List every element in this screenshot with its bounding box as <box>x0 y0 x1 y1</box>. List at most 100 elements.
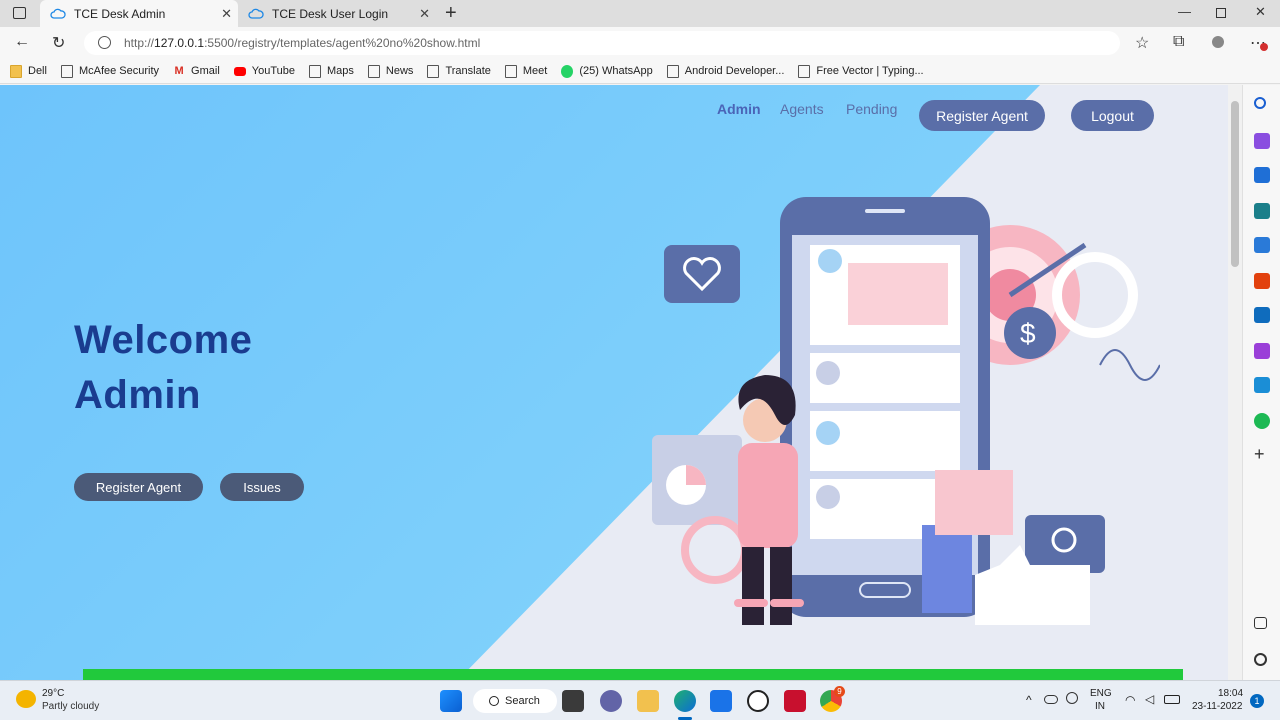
notification-dot-icon <box>1260 43 1268 51</box>
bookmark-translate[interactable]: Translate <box>427 64 491 78</box>
scroll-thumb[interactable] <box>1231 101 1239 267</box>
footer-accent-bar <box>83 669 1183 680</box>
collections-icon[interactable]: ⧉ <box>1173 33 1184 51</box>
new-tab-button[interactable]: + <box>445 2 457 25</box>
notification-count-badge[interactable]: 1 <box>1250 694 1264 708</box>
tab-tce-desk-admin[interactable]: TCE Desk Admin ✕ <box>40 0 238 27</box>
cloud-icon <box>50 8 66 19</box>
bookmark-maps[interactable]: Maps <box>309 64 354 78</box>
settings-gear-icon[interactable] <box>1254 653 1267 666</box>
battery-icon[interactable] <box>1164 695 1180 704</box>
heart-bubble-icon <box>664 245 740 303</box>
weather-desc[interactable]: Partly cloudy <box>42 701 99 712</box>
nav-pending[interactable]: Pending <box>846 101 897 117</box>
volume-icon[interactable]: ◁ <box>1145 692 1154 706</box>
bookmark-label: News <box>385 65 414 77</box>
edge-icon[interactable] <box>674 690 696 712</box>
spotify-icon[interactable] <box>1254 413 1270 429</box>
nav-register-agent-button[interactable]: Register Agent <box>919 100 1045 131</box>
toolbox-icon[interactable] <box>1254 203 1270 219</box>
copilot-icon[interactable] <box>1254 133 1270 149</box>
bookmark-news[interactable]: News <box>367 64 414 78</box>
svg-text:$: $ <box>1020 318 1036 349</box>
teams-chat-icon[interactable] <box>600 690 622 712</box>
bookmark-android-developer[interactable]: Android Developer... <box>666 64 785 78</box>
microsoft-store-icon[interactable] <box>710 690 732 712</box>
edge-sidebar: + <box>1242 85 1280 680</box>
maximize-icon[interactable] <box>1216 8 1226 18</box>
tab-tce-desk-user-login[interactable]: TCE Desk User Login ✕ <box>238 0 436 27</box>
tab-actions-icon[interactable] <box>13 7 26 19</box>
bookmark-gmail[interactable]: M Gmail <box>173 65 219 78</box>
youtube-icon <box>233 66 246 76</box>
bookmark-youtube[interactable]: YouTube <box>233 65 295 77</box>
sync-icon[interactable] <box>1066 692 1078 704</box>
back-arrow-icon[interactable]: ← <box>14 33 30 51</box>
bookmark-label: Maps <box>327 65 354 77</box>
close-tab-icon[interactable]: ✕ <box>221 6 232 22</box>
bookmark-whatsapp[interactable]: (25) WhatsApp <box>561 64 653 78</box>
dell-icon[interactable] <box>747 690 769 712</box>
weather-temp[interactable]: 29°C <box>42 688 64 699</box>
issues-button[interactable]: Issues <box>220 473 304 501</box>
nav-admin[interactable]: Admin <box>717 101 761 117</box>
bookmark-label: McAfee Security <box>78 65 160 77</box>
windows-start-icon[interactable] <box>440 690 462 712</box>
page-icon <box>309 64 322 78</box>
bookmark-label: Dell <box>28 65 47 77</box>
nav-agents[interactable]: Agents <box>780 101 824 117</box>
logout-button[interactable]: Logout <box>1071 100 1154 131</box>
welcome-line: Welcome <box>74 318 253 362</box>
file-explorer-icon[interactable] <box>637 690 659 712</box>
office-icon[interactable] <box>1254 273 1270 289</box>
address-toolbar: ← ↻ http://127.0.0.1:5500/registry/templ… <box>0 27 1280 59</box>
show-hidden-icons[interactable]: ^ <box>1026 693 1032 707</box>
clock-time[interactable]: 18:04 <box>1218 688 1243 699</box>
mcafee-icon[interactable] <box>784 690 806 712</box>
bookmark-dell[interactable]: Dell <box>10 64 47 78</box>
weather-icon[interactable] <box>16 690 36 708</box>
page-icon <box>666 64 679 78</box>
language-bottom[interactable]: IN <box>1095 701 1105 712</box>
clock-date[interactable]: 23-11-2022 <box>1192 701 1242 712</box>
close-window-icon[interactable]: ✕ <box>1255 4 1266 20</box>
close-tab-icon[interactable]: ✕ <box>419 6 430 22</box>
register-agent-button[interactable]: Register Agent <box>74 473 203 501</box>
add-icon[interactable]: + <box>1254 445 1270 463</box>
onedrive-icon[interactable] <box>1044 695 1058 704</box>
bookmark-label: Translate <box>445 65 491 77</box>
minimize-icon[interactable]: — <box>1178 4 1191 19</box>
globe-icon <box>98 36 111 49</box>
user-card-icon <box>1025 515 1105 573</box>
page-scrollbar[interactable] <box>1228 85 1242 680</box>
page-icon <box>798 64 811 78</box>
bookmark-meet[interactable]: Meet <box>504 64 548 78</box>
search-icon[interactable] <box>1254 97 1266 109</box>
people-icon[interactable] <box>1254 237 1270 253</box>
tab-title: TCE Desk Admin <box>74 6 166 21</box>
language-top[interactable]: ENG <box>1090 688 1112 699</box>
taskbar-search-button[interactable]: Search <box>473 689 557 713</box>
tag-icon[interactable] <box>1254 167 1270 183</box>
refresh-icon[interactable]: ↻ <box>52 33 65 53</box>
windows-taskbar: 29°C Partly cloudy Search 9 ^ ENG IN ◠ ◁… <box>0 680 1280 720</box>
task-view-icon[interactable] <box>562 690 584 712</box>
bookmark-label: Android Developer... <box>684 65 785 77</box>
bookmark-mcafee[interactable]: McAfee Security <box>60 64 160 78</box>
url-field[interactable]: http://127.0.0.1:5500/registry/templates… <box>84 31 1120 55</box>
page-viewport: Admin Agents Pending Register Agent Logo… <box>0 85 1228 680</box>
bookmark-free-vector[interactable]: Free Vector | Typing... <box>798 64 924 78</box>
designer-icon[interactable] <box>1254 343 1270 359</box>
send-icon[interactable] <box>1254 377 1270 393</box>
bookmark-label: Meet <box>522 65 548 77</box>
favorites-star-icon[interactable]: ☆ <box>1135 33 1149 53</box>
url-prefix: http:// <box>124 36 155 50</box>
wifi-icon[interactable]: ◠ <box>1125 693 1135 707</box>
profile-icon[interactable] <box>1212 36 1224 48</box>
admin-line: Admin <box>74 373 201 417</box>
folder-icon <box>10 64 22 78</box>
outlook-icon[interactable] <box>1254 307 1270 323</box>
bookmarks-bar: Dell McAfee Security M Gmail YouTube Maps… <box>0 59 1280 84</box>
chrome-badge: 9 <box>834 686 845 697</box>
sidebar-collapse-icon[interactable] <box>1254 617 1267 629</box>
